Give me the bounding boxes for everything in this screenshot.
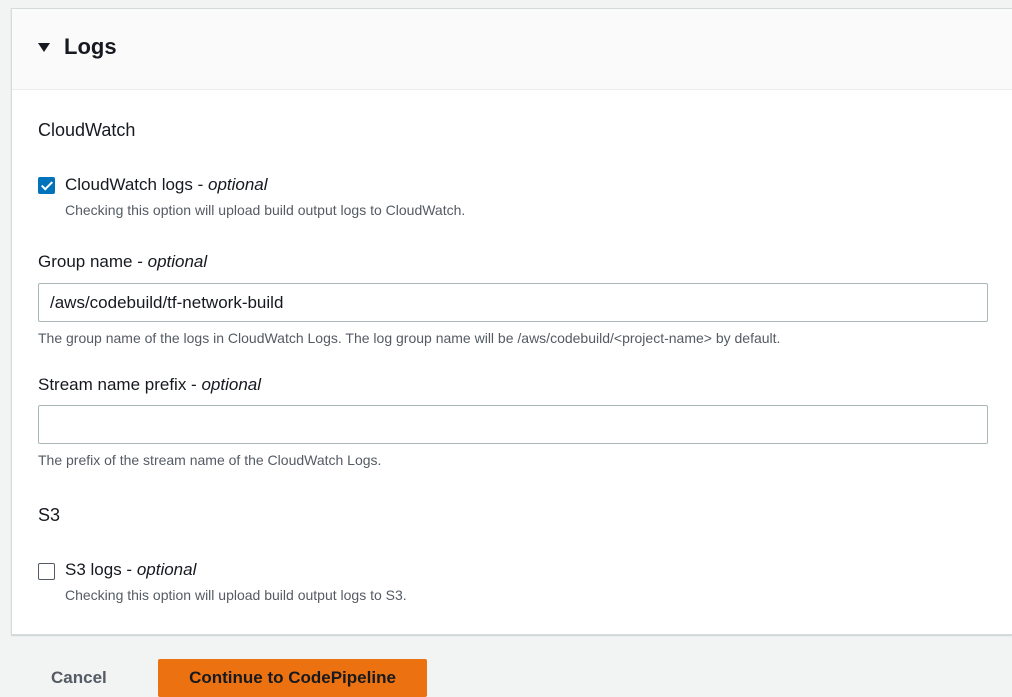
cloudwatch-logs-description: Checking this option will upload build o… [65, 202, 466, 218]
logs-panel: Logs CloudWatch CloudWatch logs - option… [11, 8, 1012, 635]
stream-prefix-label: Stream name prefix - optional [38, 374, 261, 396]
continue-to-codepipeline-button[interactable]: Continue to CodePipeline [158, 659, 427, 697]
caret-down-icon[interactable] [38, 43, 50, 52]
logs-panel-header[interactable]: Logs [12, 9, 1012, 90]
cloudwatch-section-label: CloudWatch [38, 120, 136, 140]
s3-logs-optional: optional [136, 560, 197, 579]
cloudwatch-logs-optional: optional [207, 175, 268, 194]
group-name-input[interactable] [38, 283, 988, 322]
s3-logs-description: Checking this option will upload build o… [65, 587, 407, 603]
group-name-description: The group name of the logs in CloudWatch… [38, 330, 781, 346]
stream-prefix-label-text: Stream name prefix - [38, 375, 202, 394]
group-name-optional: optional [147, 252, 208, 271]
group-name-label: Group name - optional [38, 251, 207, 273]
stream-prefix-description: The prefix of the stream name of the Clo… [38, 452, 382, 468]
s3-logs-label-text: S3 logs - [65, 560, 137, 579]
stream-prefix-input[interactable] [38, 405, 988, 444]
s3-section-label: S3 [38, 505, 61, 525]
stream-prefix-optional: optional [201, 375, 262, 394]
panel-title: Logs [64, 34, 117, 59]
s3-logs-label[interactable]: S3 logs - optional [65, 559, 196, 581]
cloudwatch-logs-checkbox[interactable] [38, 177, 55, 194]
cloudwatch-logs-label-text: CloudWatch logs - [65, 175, 208, 194]
cloudwatch-logs-label[interactable]: CloudWatch logs - optional [65, 174, 268, 196]
cancel-button[interactable]: Cancel [51, 667, 107, 689]
group-name-label-text: Group name - [38, 252, 148, 271]
s3-logs-checkbox[interactable] [38, 563, 55, 580]
